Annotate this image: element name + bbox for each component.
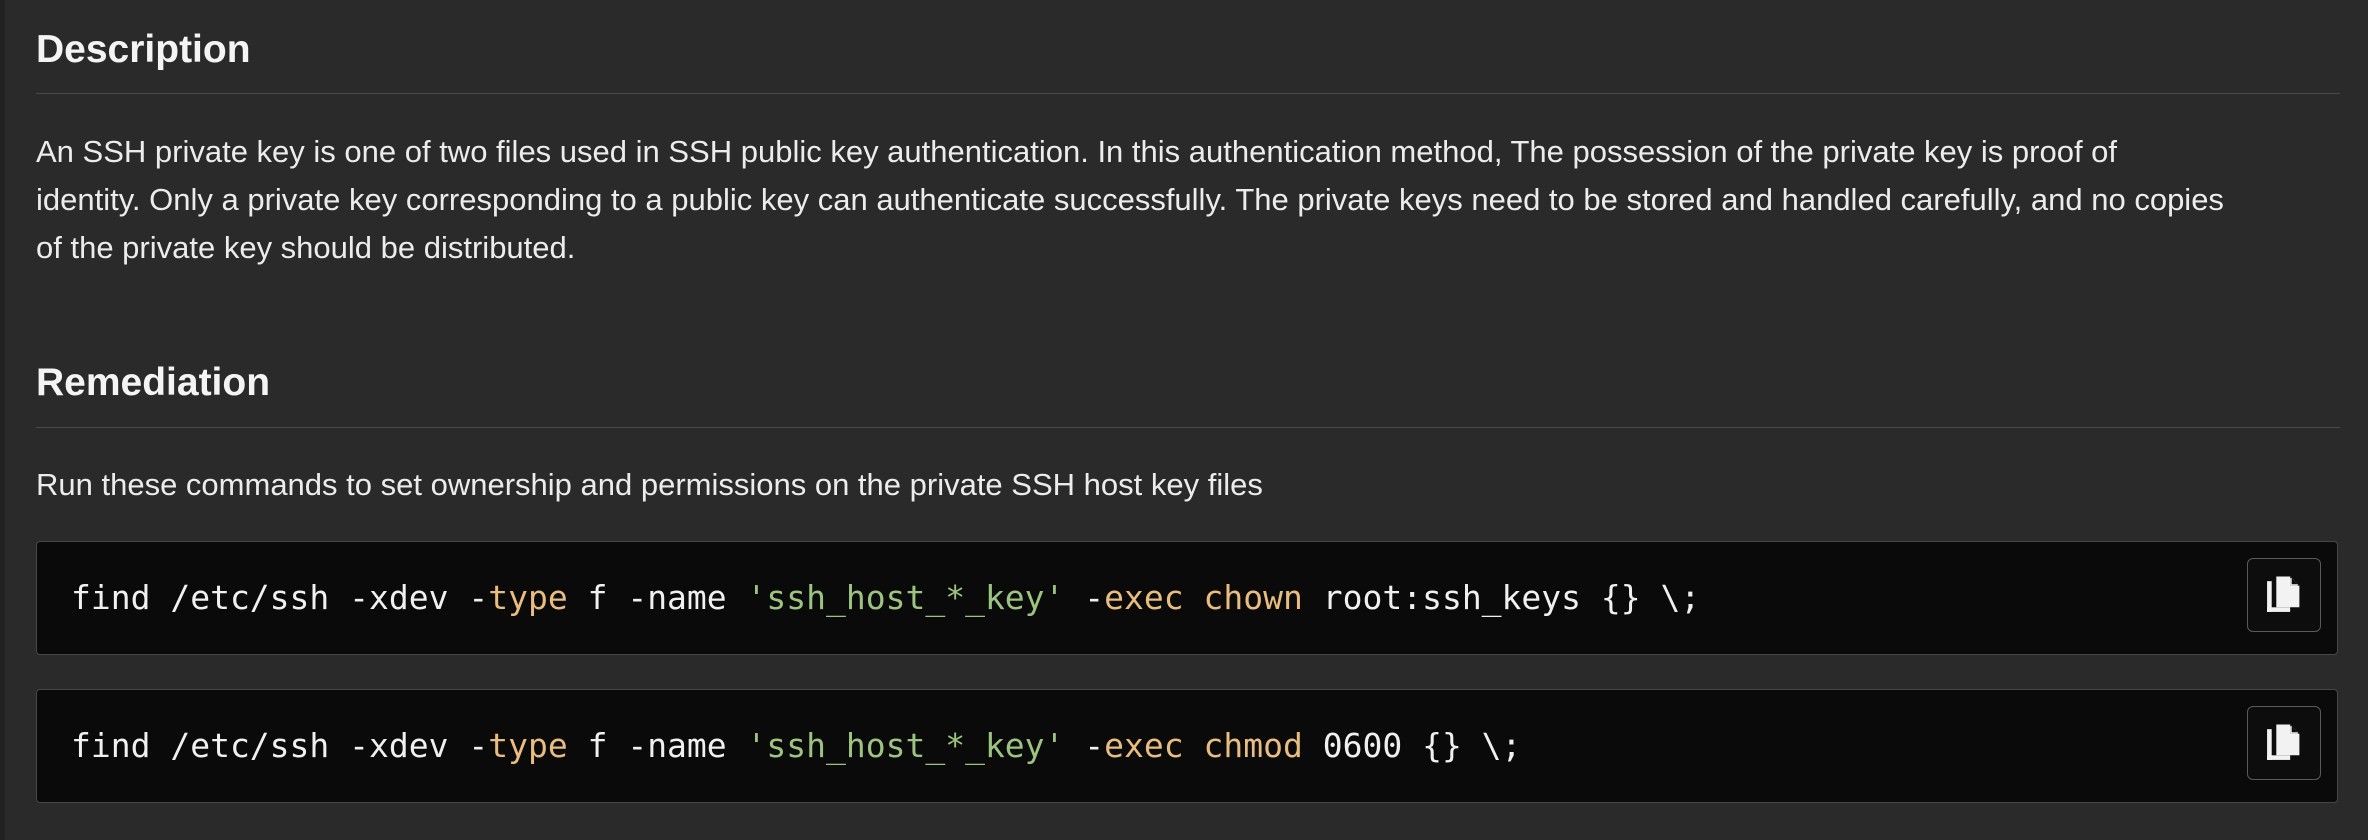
code-token: chown (1203, 578, 1303, 617)
copy-icon (2267, 724, 2300, 760)
description-line: identity. Only a private key correspondi… (36, 182, 2224, 217)
remediation-divider (36, 427, 2340, 428)
description-line: of the private key should be distributed… (36, 230, 576, 265)
code-token: find /etc/ssh -xdev - (71, 578, 489, 617)
code-token: - (1064, 578, 1105, 617)
code-token: 'ssh_host_*_key' (746, 578, 1065, 617)
code-block: find /etc/ssh -xdev -type f -name 'ssh_h… (36, 541, 2338, 655)
remediation-intro: Run these commands to set ownership and … (36, 467, 1263, 502)
description-line: An SSH private key is one of two files u… (36, 134, 2118, 169)
code-token: 0600 {} \; (1302, 726, 1522, 765)
left-edge-divider (0, 0, 5, 840)
remediation-heading: Remediation (36, 361, 271, 404)
copy-button[interactable] (2247, 558, 2321, 632)
code-token: find /etc/ssh -xdev - (71, 726, 489, 765)
code-token: f -name (567, 578, 747, 617)
code-token: 'ssh_host_*_key' (746, 726, 1065, 765)
code-token: root:ssh_keys {} \; (1302, 578, 1701, 617)
code-token: exec (1104, 578, 1184, 617)
code-token: exec (1104, 726, 1184, 765)
description-heading: Description (36, 28, 251, 71)
description-divider (36, 93, 2340, 94)
code-block: find /etc/ssh -xdev -type f -name 'ssh_h… (36, 689, 2338, 803)
code-token: - (1064, 726, 1105, 765)
description-text: An SSH private key is one of two files u… (36, 128, 2340, 272)
code-token: f -name (567, 726, 747, 765)
command-text[interactable]: find /etc/ssh -xdev -type f -name 'ssh_h… (71, 542, 1700, 654)
code-token: chmod (1203, 726, 1303, 765)
copy-icon (2267, 576, 2300, 612)
command-text[interactable]: find /etc/ssh -xdev -type f -name 'ssh_h… (71, 690, 1521, 802)
code-token: type (488, 726, 568, 765)
code-token: type (488, 578, 568, 617)
copy-button[interactable] (2247, 706, 2321, 780)
